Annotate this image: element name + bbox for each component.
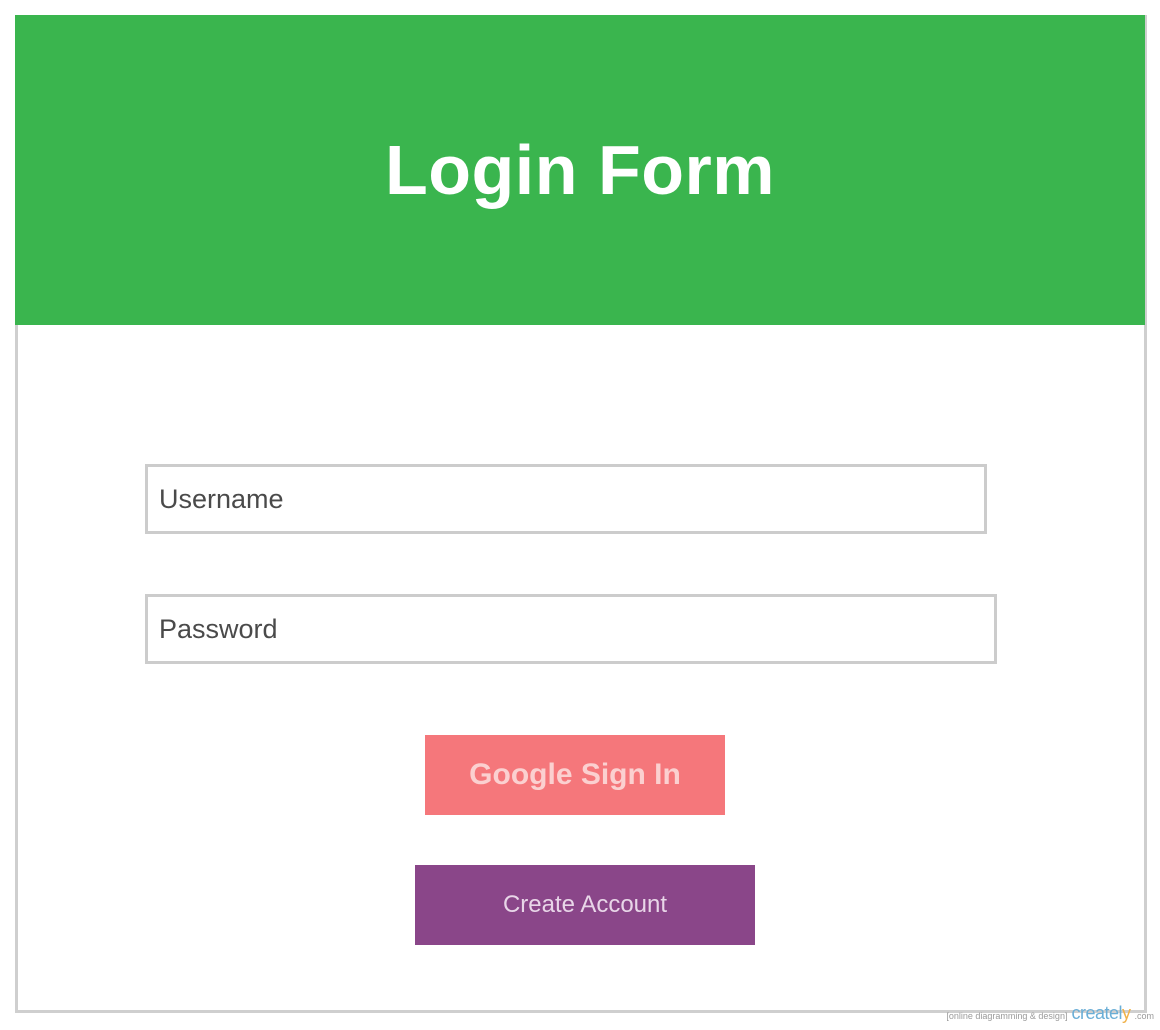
page-title: Login Form xyxy=(385,131,775,209)
create-account-button[interactable]: Create Account xyxy=(415,865,755,945)
creately-logo-text: createl xyxy=(1071,1003,1122,1023)
creately-watermark: [online diagramming & design] creately .… xyxy=(946,1003,1154,1024)
creately-logo: creately xyxy=(1071,1003,1131,1024)
username-field[interactable] xyxy=(145,464,987,534)
watermark-suffix: .com xyxy=(1134,1011,1154,1021)
password-input[interactable] xyxy=(148,597,994,661)
header-banner: Login Form xyxy=(15,15,1145,325)
google-sign-in-button[interactable]: Google Sign In xyxy=(425,735,725,815)
username-input[interactable] xyxy=(148,467,984,531)
watermark-tagline: [online diagramming & design] xyxy=(946,1011,1068,1021)
creately-logo-y: y xyxy=(1121,1003,1131,1023)
password-field[interactable] xyxy=(145,594,997,664)
